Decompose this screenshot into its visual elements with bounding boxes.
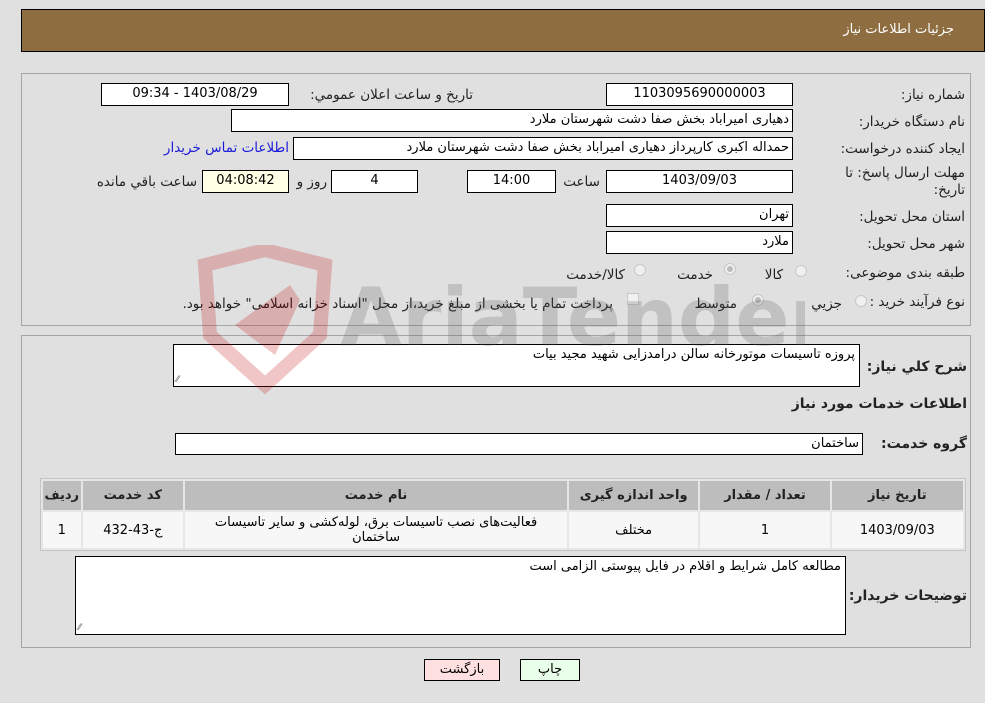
page-header: جزئیات اطلاعات نیاز [21,9,985,52]
creator-label: ایجاد کننده درخواست: [840,141,965,157]
col-unit: واحد اندازه گيری [568,481,699,510]
category-option-goods: کالا [764,267,783,283]
time-label: ساعت [563,174,600,190]
page-title: جزئیات اطلاعات نیاز [843,22,954,37]
announce-label: تاریخ و ساعت اعلان عمومي: [310,87,473,103]
services-section-title: اطلاعات خدمات مورد نياز [791,396,967,412]
services-table: تاریخ نیاز تعداد / مقدار واحد اندازه گير… [40,478,966,551]
col-service-code: کد خدمت [82,481,184,510]
deadline-label-line1: مهلت ارسال پاسخ: تا [845,165,965,181]
cell-unit: مختلف [568,512,699,548]
buyer-notes-text: مطالعه کامل شرایط و اقلام در فایل پیوستی… [529,559,841,574]
need-number-field: 1103095690000003 [606,83,793,106]
category-radio-goods[interactable] [795,265,807,277]
category-label: طبقه بندی موضوعی: [845,265,965,281]
buyer-notes-label: توضيحات خريدار: [848,588,967,604]
deadline-label-line2: تاریخ: [933,182,965,198]
cell-need-date: 1403/09/03 [831,512,963,548]
deadline-date-field: 1403/09/03 [606,170,793,193]
buyer-contact-link[interactable]: اطلاعات تماس خریدار [164,140,289,156]
need-number-label: شماره نیاز: [900,87,965,103]
remaining-time-field: 04:08:42 [202,170,289,193]
days-label: روز و [296,174,327,190]
back-button[interactable]: بازگشت [424,659,500,681]
days-remaining-field: 4 [331,170,418,193]
resize-grip-icon[interactable]: ⁄⁄ [176,376,179,385]
province-label: استان محل تحویل: [859,209,965,225]
category-radio-goods-service[interactable] [634,264,646,276]
process-option-minor: جزيي [811,296,842,312]
description-textarea[interactable]: پروزه تاسیسات موتورخانه سالن درامدزایی ش… [173,344,860,387]
col-row-number: رديف [43,481,81,510]
deadline-time-field: 14:00 [467,170,556,193]
process-option-medium: متوسط [694,296,737,312]
resize-grip-icon[interactable]: ⁄⁄ [78,624,81,633]
announce-datetime-field: 1403/08/29 - 09:34 [101,83,289,106]
buyer-notes-textarea[interactable]: مطالعه کامل شرایط و اقلام در فایل پیوستی… [75,556,846,635]
treasury-text: پرداخت تمام یا بخشی از مبلغ خرید،از محل … [182,296,613,312]
treasury-checkbox[interactable] [627,293,639,305]
creator-field: حمداله اکبری کارپرداز دهیاری امیراباد بخ… [293,137,793,160]
cell-service-name: فعالیت‌های نصب تاسیسات برق، لوله‌کشی و س… [185,512,567,548]
city-label: شهر محل تحویل: [867,236,965,252]
service-group-label: گروه خدمت: [881,436,967,452]
remaining-label: ساعت باقي مانده [96,174,197,190]
cell-quantity: 1 [700,512,830,548]
col-need-date: تاریخ نیاز [831,481,963,510]
category-option-service: خدمت [677,267,713,283]
process-radio-minor[interactable] [855,295,867,307]
process-label: نوع فرآیند خرید : [869,294,965,310]
city-field: ملارد [606,231,793,254]
table-header-row: تاریخ نیاز تعداد / مقدار واحد اندازه گير… [43,481,963,510]
cell-row-number: 1 [43,512,81,548]
cell-service-code: ج-43-432 [82,512,184,548]
category-radio-service[interactable] [724,263,736,275]
description-text: پروزه تاسیسات موتورخانه سالن درامدزایی ش… [532,347,855,362]
buyer-org-label: نام دستگاه خریدار: [858,114,965,130]
table-row: 1403/09/03 1 مختلف فعالیت‌های نصب تاسیسا… [43,512,963,548]
col-quantity: تعداد / مقدار [700,481,830,510]
col-service-name: نام خدمت [185,481,567,510]
service-group-field: ساختمان [175,433,863,455]
process-radio-medium[interactable] [752,294,764,306]
print-button[interactable]: چاپ [520,659,580,681]
description-label: شرح كلي نياز: [866,359,967,375]
buyer-org-field: دهیاری امیراباد بخش صفا دشت شهرستان ملار… [231,109,793,132]
category-option-goods-service: کالا/خدمت [566,267,625,283]
province-field: تهران [606,204,793,227]
